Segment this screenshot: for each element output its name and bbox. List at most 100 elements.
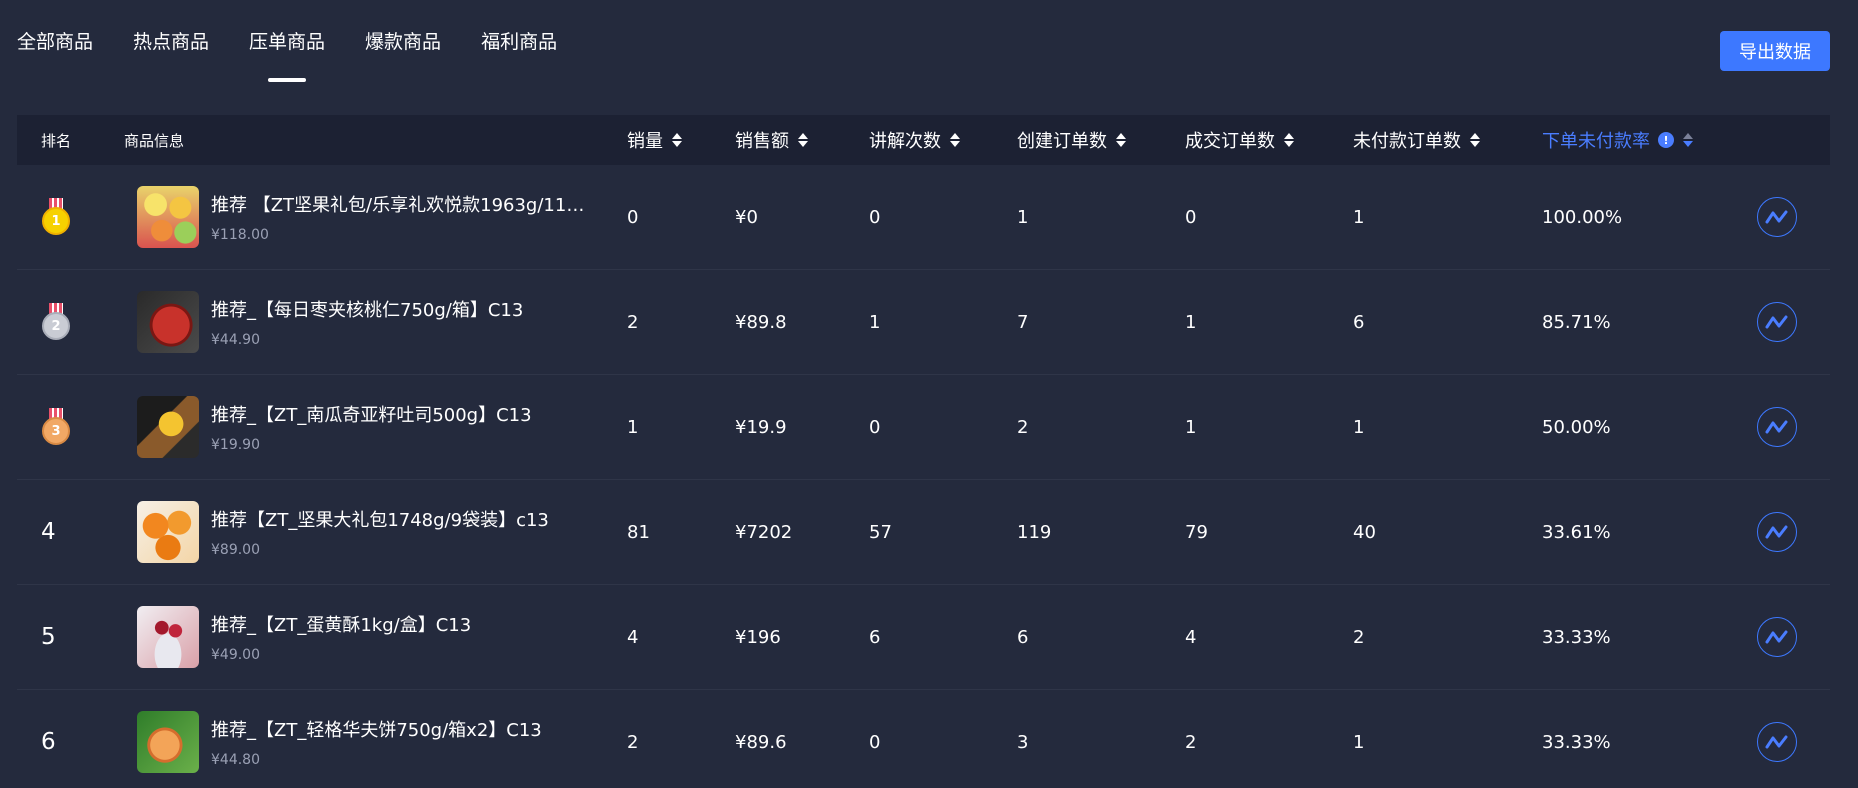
- product-thumbnail-cherries[interactable]: [137, 606, 199, 668]
- trend-chart-button[interactable]: [1757, 197, 1797, 237]
- trend-chart-button[interactable]: [1757, 302, 1797, 342]
- bronze-medal-icon: 3: [41, 408, 71, 446]
- sales-cell: 2: [627, 731, 639, 753]
- trend-cell: [1757, 585, 1797, 689]
- product-text: 推荐_【ZT_蛋黄酥1kg/盒】C13 ¥49.00: [211, 611, 471, 663]
- table-row: 5 推荐_【ZT_蛋黄酥1kg/盒】C13 ¥49.00 4 ¥196 6 6 …: [17, 585, 1830, 690]
- completed-orders-cell: 0: [1185, 206, 1197, 228]
- revenue-cell: ¥89.8: [735, 311, 787, 333]
- product-text: 推荐_【每日枣夹核桃仁750g/箱】C13 ¥44.90: [211, 296, 523, 348]
- tab-all-products[interactable]: 全部商品: [17, 24, 93, 74]
- revenue-cell: ¥0: [735, 206, 758, 228]
- column-explain-count[interactable]: 讲解次数: [869, 115, 960, 165]
- column-completed-orders[interactable]: 成交订单数: [1185, 115, 1294, 165]
- column-rank: 排名: [41, 115, 71, 165]
- column-unpaid-rate[interactable]: 下单未付款率 !: [1542, 115, 1693, 165]
- sort-icon[interactable]: [1284, 133, 1294, 147]
- unpaid-orders-cell: 2: [1353, 626, 1365, 648]
- info-icon[interactable]: !: [1658, 132, 1674, 148]
- rank-slot: 2: [41, 303, 71, 341]
- unpaid-orders-cell: 6: [1353, 311, 1365, 333]
- product-name[interactable]: 推荐【ZT_坚果大礼包1748g/9袋装】c13: [211, 506, 549, 532]
- unpaid-orders-cell: 40: [1353, 521, 1376, 543]
- explain-count-cell: 0: [869, 416, 881, 438]
- explain-count-cell: 6: [869, 626, 881, 648]
- unpaid-orders-cell: 1: [1353, 731, 1365, 753]
- unpaid-orders-cell: 1: [1353, 206, 1365, 228]
- created-orders-cell: 3: [1017, 731, 1029, 753]
- trend-cell: [1757, 480, 1797, 584]
- created-orders-cell: 1: [1017, 206, 1029, 228]
- column-sales[interactable]: 销量: [627, 115, 682, 165]
- rank-number: 4: [41, 519, 56, 545]
- column-revenue[interactable]: 销售额: [735, 115, 808, 165]
- product-name[interactable]: 推荐_【ZT_南瓜奇亚籽吐司500g】C13: [211, 401, 532, 427]
- trend-line-icon: [1765, 210, 1788, 224]
- unpaid-rate-cell: 85.71%: [1542, 311, 1611, 333]
- column-created-orders-label: 创建订单数: [1017, 131, 1107, 152]
- completed-orders-cell: 1: [1185, 311, 1197, 333]
- tab-backlog-products[interactable]: 压单商品: [249, 24, 325, 74]
- sort-icon[interactable]: [1470, 133, 1480, 147]
- created-orders-cell: 6: [1017, 626, 1029, 648]
- product-name[interactable]: 推荐_【ZT_轻格华夫饼750g/箱x2】C13: [211, 716, 542, 742]
- column-unpaid-orders-label: 未付款订单数: [1353, 131, 1461, 152]
- table-row: 4 推荐【ZT_坚果大礼包1748g/9袋装】c13 ¥89.00 81 ¥72…: [17, 480, 1830, 585]
- sort-icon[interactable]: [950, 133, 960, 147]
- sales-cell: 2: [627, 311, 639, 333]
- trend-chart-button[interactable]: [1757, 617, 1797, 657]
- product-info-cell: 推荐 【ZT坚果礼包/乐享礼欢悦款1963g/11袋... ¥118.00: [137, 165, 591, 269]
- product-price: ¥19.90: [211, 437, 260, 453]
- column-unpaid-orders[interactable]: 未付款订单数: [1353, 115, 1480, 165]
- product-name[interactable]: 推荐 【ZT坚果礼包/乐享礼欢悦款1963g/11袋...: [211, 191, 591, 217]
- sort-icon[interactable]: [798, 133, 808, 147]
- created-orders-cell: 7: [1017, 311, 1029, 333]
- tab-bestseller-products[interactable]: 爆款商品: [365, 24, 441, 74]
- category-tabs: 全部商品 热点商品 压单商品 爆款商品 福利商品: [17, 24, 597, 74]
- product-text: 推荐 【ZT坚果礼包/乐享礼欢悦款1963g/11袋... ¥118.00: [211, 191, 591, 243]
- completed-orders-cell: 4: [1185, 626, 1197, 648]
- column-created-orders[interactable]: 创建订单数: [1017, 115, 1126, 165]
- trend-cell: [1757, 165, 1797, 269]
- sort-icon[interactable]: [1116, 133, 1126, 147]
- product-info-cell: 推荐_【每日枣夹核桃仁750g/箱】C13 ¥44.90: [137, 270, 523, 374]
- sort-icon[interactable]: [1683, 133, 1693, 147]
- table-row: 6 推荐_【ZT_轻格华夫饼750g/箱x2】C13 ¥44.80 2 ¥89.…: [17, 690, 1830, 788]
- column-unpaid-rate-label: 下单未付款率: [1542, 131, 1650, 152]
- product-thumbnail-peaches[interactable]: [137, 711, 199, 773]
- sales-cell: 4: [627, 626, 639, 648]
- sort-icon[interactable]: [672, 133, 682, 147]
- export-data-button[interactable]: 导出数据: [1720, 31, 1830, 71]
- product-name[interactable]: 推荐_【ZT_蛋黄酥1kg/盒】C13: [211, 611, 471, 637]
- trend-chart-button[interactable]: [1757, 512, 1797, 552]
- trend-chart-button[interactable]: [1757, 407, 1797, 447]
- unpaid-rate-cell: 100.00%: [1542, 206, 1623, 228]
- product-price: ¥118.00: [211, 227, 269, 243]
- product-price: ¥49.00: [211, 647, 260, 663]
- completed-orders-cell: 2: [1185, 731, 1197, 753]
- product-thumbnail-banana[interactable]: [137, 396, 199, 458]
- product-info-cell: 推荐_【ZT_蛋黄酥1kg/盒】C13 ¥49.00: [137, 585, 471, 689]
- tab-welfare-products[interactable]: 福利商品: [481, 24, 557, 74]
- tab-hot-products[interactable]: 热点商品: [133, 24, 209, 74]
- product-price: ¥44.90: [211, 332, 260, 348]
- silver-medal-icon: 2: [41, 303, 71, 341]
- gold-medal-icon: 1: [41, 198, 71, 236]
- rank-number: 6: [41, 729, 56, 755]
- rank-cell: 5: [41, 585, 101, 689]
- sales-cell: 0: [627, 206, 639, 228]
- explain-count-cell: 1: [869, 311, 881, 333]
- trend-line-icon: [1765, 525, 1788, 539]
- unpaid-orders-cell: 1: [1353, 416, 1365, 438]
- rank-slot: 3: [41, 408, 71, 446]
- product-thumbnail-fruit-slices[interactable]: [137, 186, 199, 248]
- unpaid-rate-cell: 50.00%: [1542, 416, 1611, 438]
- product-thumbnail-oranges[interactable]: [137, 501, 199, 563]
- product-name[interactable]: 推荐_【每日枣夹核桃仁750g/箱】C13: [211, 296, 523, 322]
- product-thumbnail-apple[interactable]: [137, 291, 199, 353]
- product-table: 排名 商品信息 销量 销售额 讲解次数 创建订单数 成交订单数 未付款订单数 下…: [17, 115, 1830, 788]
- column-revenue-label: 销售额: [735, 131, 789, 152]
- column-explain-count-label: 讲解次数: [869, 131, 941, 152]
- table-row: 1 推荐 【ZT坚果礼包/乐享礼欢悦款1963g/11袋... ¥118.00 …: [17, 165, 1830, 270]
- trend-chart-button[interactable]: [1757, 722, 1797, 762]
